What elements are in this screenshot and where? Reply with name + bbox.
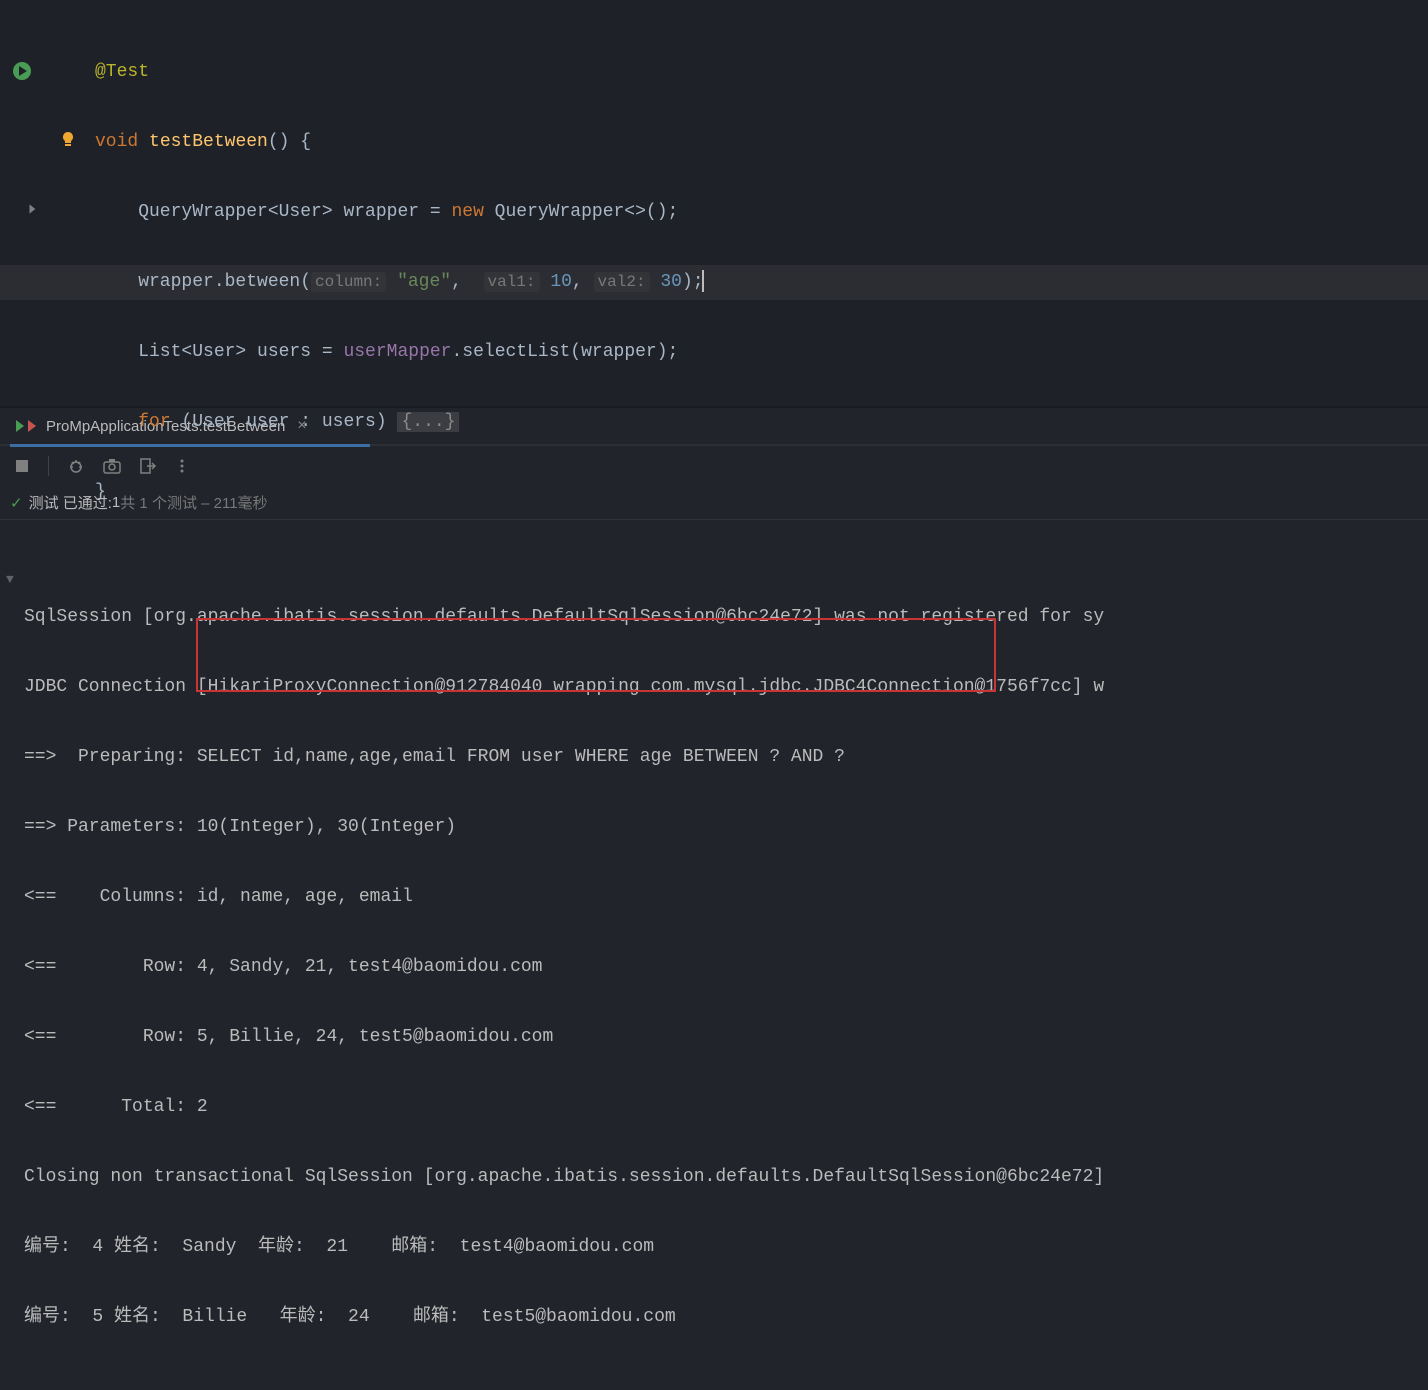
- console-line-9: Closing non transactional SqlSession [or…: [24, 1160, 1404, 1195]
- keyword-new: new: [451, 202, 483, 222]
- console-line-5: <== Columns: id, name, age, email: [24, 880, 1404, 915]
- text-caret: [702, 270, 704, 292]
- number-30: 30: [650, 272, 682, 292]
- tab-underline: [10, 444, 370, 447]
- console-output[interactable]: ▼ SqlSession [org.apache.ibatis.session.…: [0, 520, 1428, 1390]
- close-brace-method: }: [95, 482, 106, 502]
- line5-mid: (User user : users): [171, 412, 398, 432]
- line5-indent: [95, 412, 138, 432]
- console-line-6: <== Row: 4, Sandy, 21, test4@baomidou.co…: [24, 950, 1404, 985]
- line4-pre: List<User> users =: [95, 342, 343, 362]
- line2-pre: QueryWrapper<User> wrapper =: [95, 202, 451, 222]
- intention-bulb-icon[interactable]: [58, 130, 80, 152]
- comma1: ,: [451, 272, 473, 292]
- console-line-7: <== Row: 5, Billie, 24, test5@baomidou.c…: [24, 1020, 1404, 1055]
- param-hint-column: column:: [311, 272, 386, 292]
- console-collapse-icon[interactable]: ▼: [6, 562, 14, 597]
- expand-fold-icon[interactable]: [26, 202, 48, 224]
- line4-post: .selectList(wrapper);: [451, 342, 678, 362]
- console-line-10: 编号: 4 姓名: Sandy 年龄: 21 邮箱: test4@baomido…: [24, 1230, 1404, 1265]
- gutter: [0, 0, 90, 406]
- param-hint-val2: val2:: [594, 272, 650, 292]
- code-editor[interactable]: @Test void testBetween() { QueryWrapper<…: [0, 0, 1428, 406]
- keyword-void: void: [95, 132, 138, 152]
- console-line-2: JDBC Connection [HikariProxyConnection@9…: [24, 670, 1404, 705]
- run-test-gutter-icon[interactable]: [12, 61, 34, 83]
- method-name: testBetween: [149, 132, 268, 152]
- line3-pre: wrapper.between(: [95, 272, 311, 292]
- comma2: ,: [572, 272, 594, 292]
- console-line-4: ==> Parameters: 10(Integer), 30(Integer): [24, 810, 1404, 845]
- console-line-8: <== Total: 2: [24, 1090, 1404, 1125]
- code-fold-placeholder[interactable]: {...}: [397, 412, 459, 432]
- console-line-11: 编号: 5 姓名: Billie 年龄: 24 邮箱: test5@baomid…: [24, 1300, 1404, 1335]
- annotation: @Test: [95, 62, 149, 82]
- line3-end: );: [682, 272, 704, 292]
- console-line-1: SqlSession [org.apache.ibatis.session.de…: [24, 600, 1404, 635]
- string-age: "age": [386, 272, 451, 292]
- param-hint-val1: val1:: [484, 272, 540, 292]
- console-line-3: ==> Preparing: SELECT id,name,age,email …: [24, 740, 1404, 775]
- keyword-for: for: [138, 412, 170, 432]
- number-10: 10: [540, 272, 572, 292]
- line2-post: QueryWrapper<>();: [484, 202, 678, 222]
- sig-paren: () {: [268, 132, 311, 152]
- field-usermapper: userMapper: [343, 342, 451, 362]
